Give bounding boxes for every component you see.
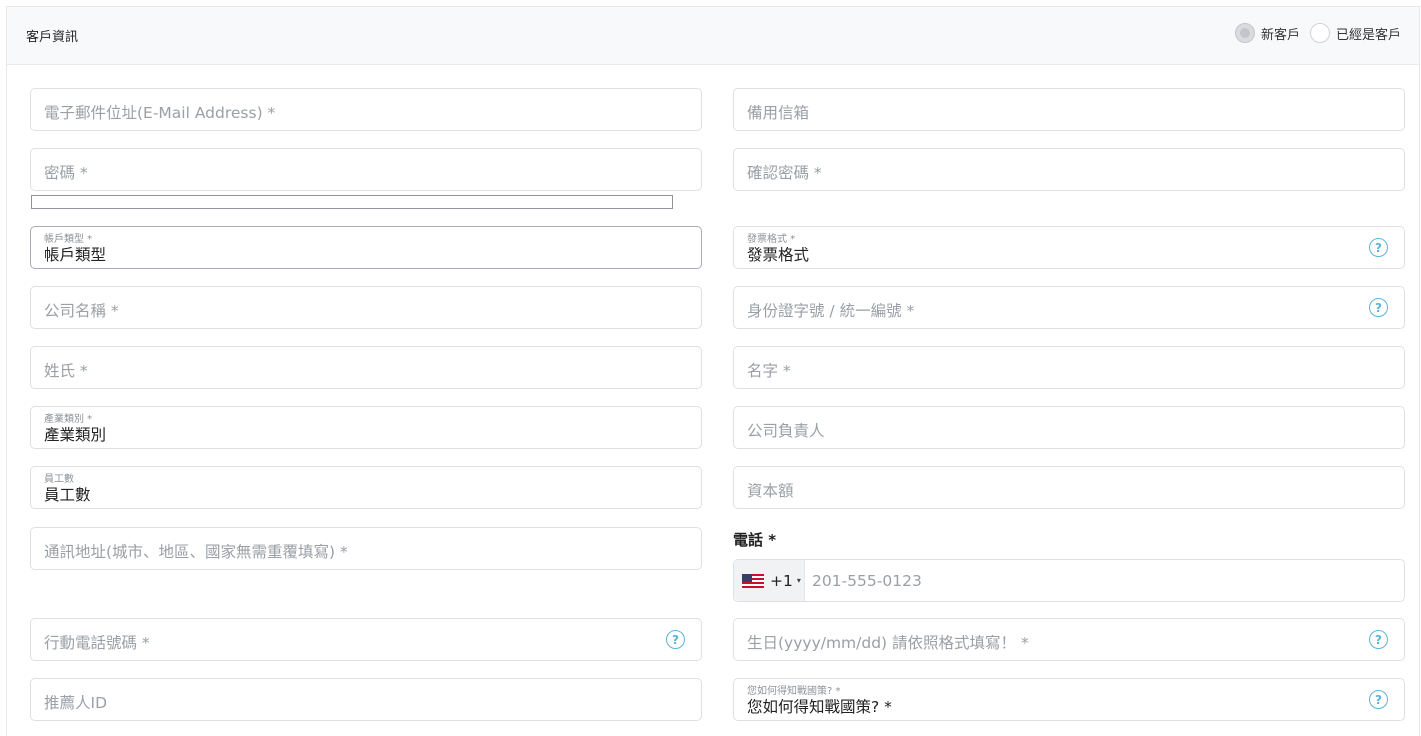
radio-new-customer[interactable]: 新客戶 — [1234, 23, 1300, 43]
first-name-field[interactable]: 名字 * — [733, 346, 1405, 389]
capital-placeholder: 資本額 — [747, 482, 794, 500]
confirm-password-field[interactable]: 確認密碼 * — [733, 148, 1405, 191]
referrer-field[interactable]: 推薦人ID — [30, 678, 702, 721]
mobile-placeholder: 行動電話號碼 * — [44, 634, 150, 652]
invoice-format-help-icon[interactable]: ? — [1369, 238, 1388, 257]
password-placeholder: 密碼 * — [44, 164, 88, 182]
card-header: 客戶資訊 新客戶 已經是客戶 — [7, 7, 1419, 65]
tax-id-help-icon[interactable]: ? — [1369, 298, 1388, 317]
address-placeholder: 通訊地址(城市、地區、國家無需重覆填寫) * — [44, 543, 348, 561]
birthday-help-icon[interactable]: ? — [1369, 630, 1388, 649]
customer-type-radio-group: 新客戶 已經是客戶 — [1225, 23, 1401, 43]
radio-new-customer-circle[interactable] — [1234, 23, 1255, 43]
industry-value: 產業類別 — [44, 426, 107, 444]
invoice-format-select[interactable]: 發票格式 * 發票格式 ? — [733, 226, 1405, 269]
source-help-icon[interactable]: ? — [1369, 690, 1388, 709]
company-owner-field[interactable]: 公司負責人 — [733, 406, 1405, 449]
email-placeholder: 電子郵件位址(E-Mail Address) * — [44, 104, 276, 122]
birthday-field[interactable]: 生日(yyyy/mm/dd) 請依照格式填寫！ * ? — [733, 618, 1405, 661]
tax-id-placeholder: 身份證字號 / 統一編號 * — [747, 302, 915, 320]
card-title: 客戶資訊 — [26, 30, 79, 45]
capital-field[interactable]: 資本額 — [733, 466, 1405, 509]
first-name-placeholder: 名字 * — [747, 362, 791, 380]
chevron-down-icon: ▾ — [796, 576, 801, 585]
employees-value: 員工數 — [44, 486, 91, 504]
address-field[interactable]: 通訊地址(城市、地區、國家無需重覆填寫) * — [30, 527, 702, 570]
backup-email-field[interactable]: 備用信箱 — [733, 88, 1405, 131]
radio-existing-customer[interactable]: 已經是客戶 — [1309, 23, 1401, 43]
source-select[interactable]: 您如何得知戰國策? * 您如何得知戰國策? * ? — [733, 678, 1405, 721]
email-field[interactable]: 電子郵件位址(E-Mail Address) * — [30, 88, 702, 131]
referrer-placeholder: 推薦人ID — [44, 694, 108, 712]
birthday-placeholder: 生日(yyyy/mm/dd) 請依照格式填寫！ * — [747, 634, 1029, 652]
password-strength-bar — [31, 195, 673, 209]
company-name-placeholder: 公司名稱 * — [44, 302, 119, 320]
company-name-field[interactable]: 公司名稱 * — [30, 286, 702, 329]
phone-label: 電話 * — [733, 531, 777, 549]
account-type-select[interactable]: 帳戶類型 * 帳戶類型 — [30, 226, 702, 269]
country-code-dropdown[interactable]: +1 ▾ — [734, 560, 805, 601]
us-flag-icon — [742, 573, 764, 588]
mobile-field[interactable]: 行動電話號碼 * ? — [30, 618, 702, 661]
password-field[interactable]: 密碼 * — [30, 148, 702, 191]
employees-select[interactable]: 員工數 員工數 — [30, 466, 702, 509]
mobile-help-icon[interactable]: ? — [666, 630, 685, 649]
tax-id-field[interactable]: 身份證字號 / 統一編號 * ? — [733, 286, 1405, 329]
radio-existing-customer-label: 已經是客戶 — [1335, 27, 1401, 43]
account-type-value: 帳戶類型 — [44, 246, 107, 264]
phone-placeholder: 201-555-0123 — [812, 572, 922, 590]
last-name-placeholder: 姓氏 * — [44, 362, 88, 380]
company-owner-placeholder: 公司負責人 — [747, 422, 825, 440]
radio-existing-customer-circle[interactable] — [1309, 23, 1330, 43]
phone-field[interactable]: +1 ▾ 201-555-0123 — [733, 559, 1405, 602]
backup-email-placeholder: 備用信箱 — [747, 104, 810, 122]
country-code: +1 — [770, 571, 793, 590]
confirm-password-placeholder: 確認密碼 * — [747, 164, 822, 182]
invoice-format-value: 發票格式 — [747, 246, 810, 264]
radio-new-customer-label: 新客戶 — [1260, 27, 1300, 43]
source-value: 您如何得知戰國策? * — [747, 698, 892, 716]
industry-select[interactable]: 產業類別 * 產業類別 — [30, 406, 702, 449]
last-name-field[interactable]: 姓氏 * — [30, 346, 702, 389]
